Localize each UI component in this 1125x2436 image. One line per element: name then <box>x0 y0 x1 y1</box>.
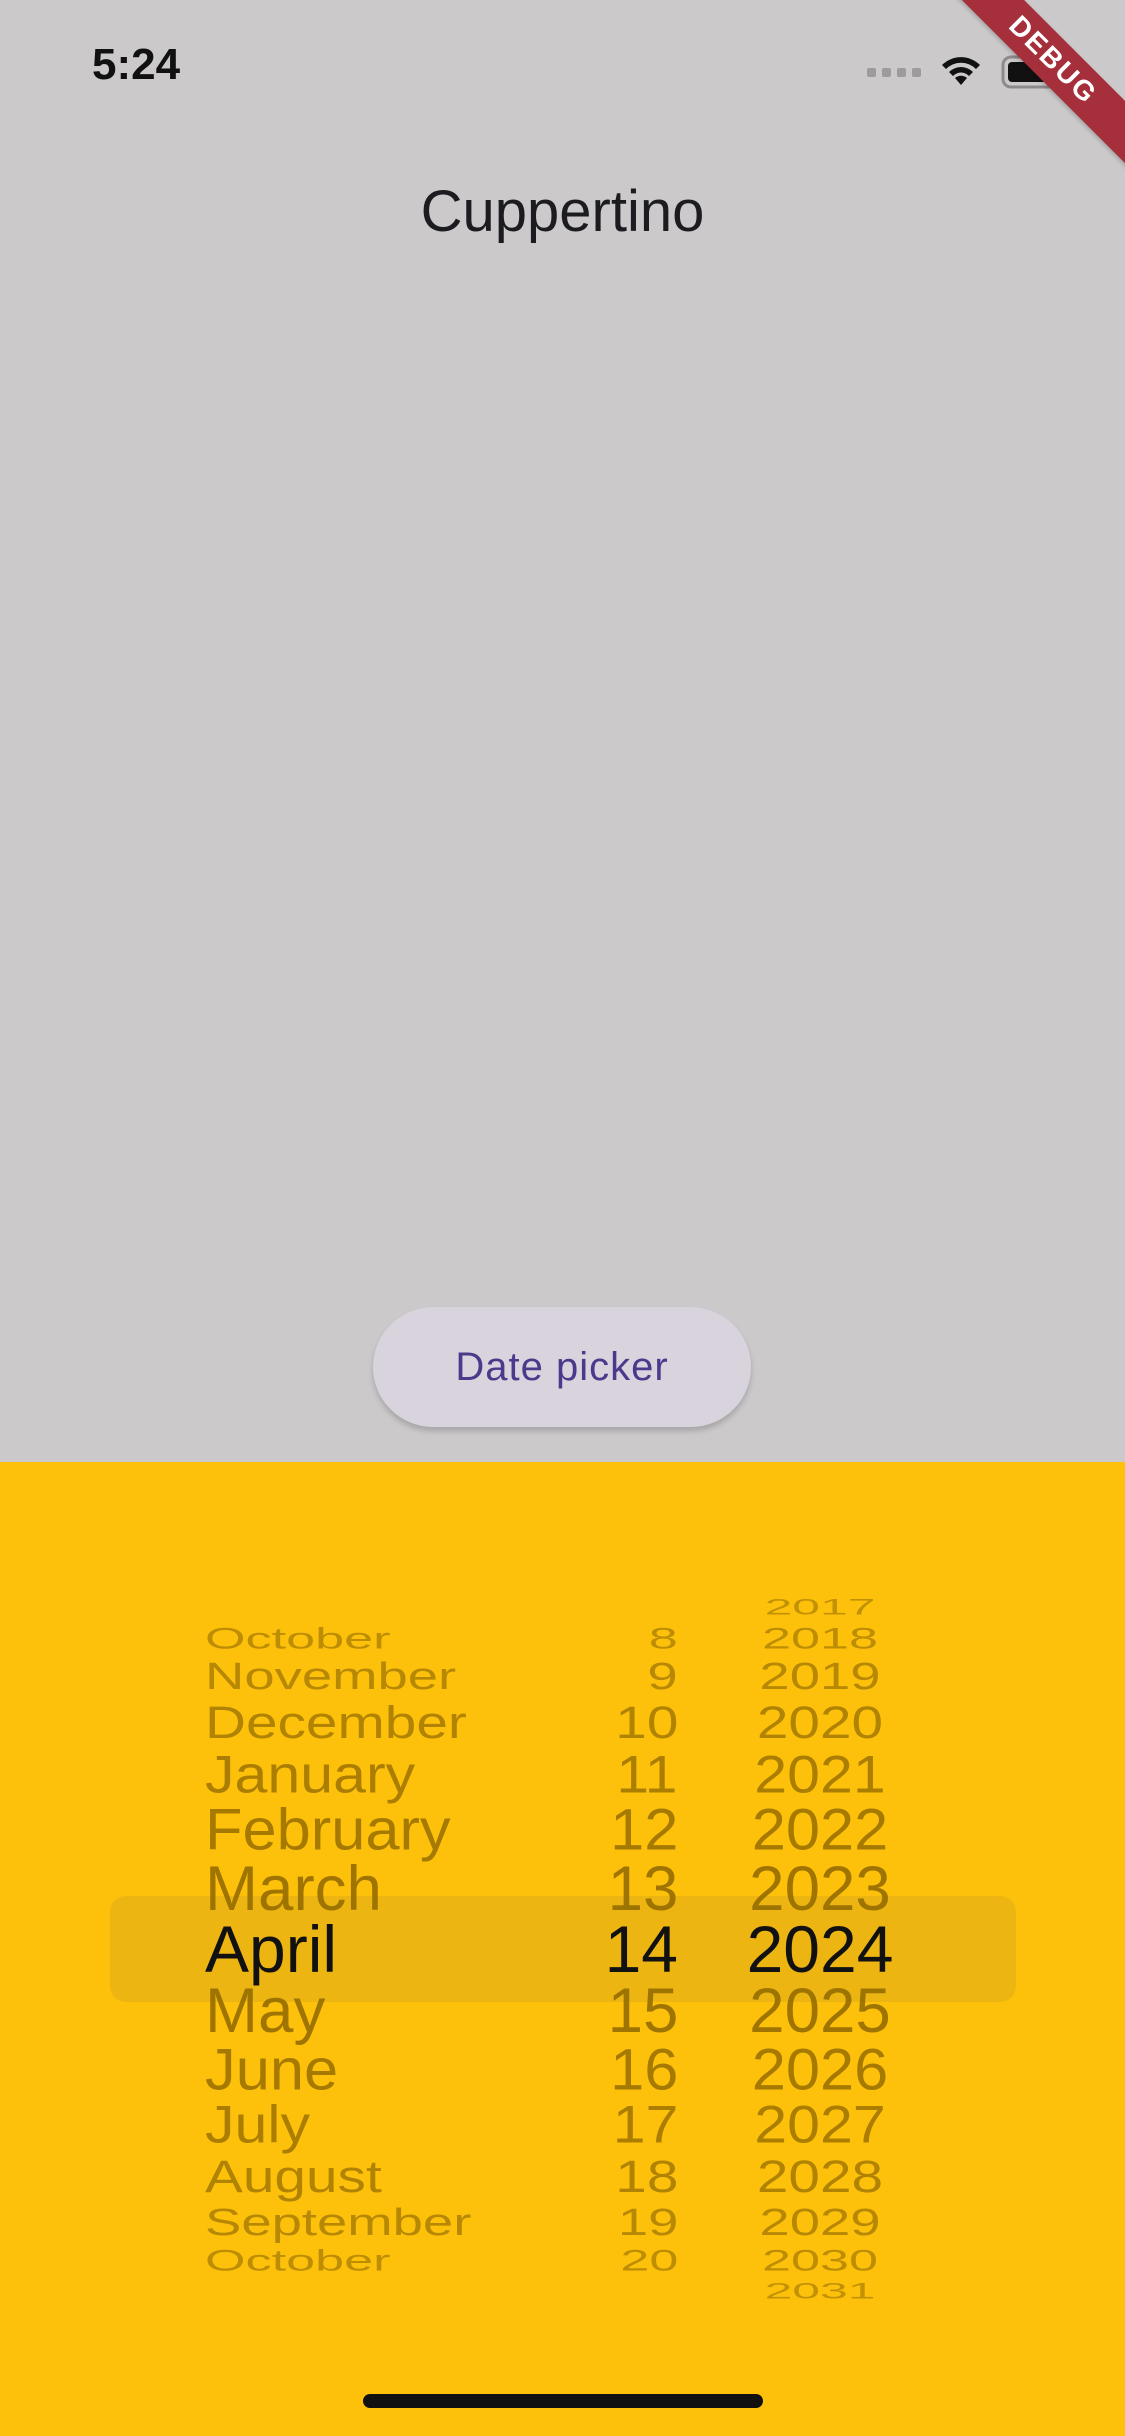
day-item[interactable]: 13 <box>607 1857 678 1920</box>
year-item[interactable]: 2023 <box>724 1857 917 1920</box>
status-bar: 5:24 DEBUG <box>0 0 1125 168</box>
day-item[interactable]: 11 <box>617 1747 678 1799</box>
month-wheel[interactable]: October November December January February Ma… <box>180 1462 580 2436</box>
day-item[interactable]: 20 <box>620 2245 678 2275</box>
year-item[interactable]: 2021 <box>731 1747 910 1799</box>
date-picker-button[interactable]: Date picker <box>373 1307 751 1427</box>
year-item[interactable]: 2030 <box>741 2245 899 2275</box>
wifi-icon <box>942 57 980 85</box>
home-indicator <box>363 2394 763 2408</box>
year-item[interactable]: 2020 <box>734 1699 906 1745</box>
day-item[interactable]: 12 <box>610 1800 678 1858</box>
day-item[interactable]: 14 <box>605 1916 678 1982</box>
day-item[interactable]: 16 <box>610 2039 678 2097</box>
cellular-signal-icon <box>867 67 921 77</box>
year-item[interactable]: 2026 <box>727 2039 913 2097</box>
status-time: 5:24 <box>92 40 181 89</box>
day-item[interactable]: 19 <box>617 2203 678 2241</box>
year-item[interactable]: 2022 <box>727 1800 913 1858</box>
year-item[interactable]: 2029 <box>738 2203 903 2241</box>
year-item[interactable]: 2027 <box>731 2098 910 2150</box>
month-item[interactable]: September <box>205 2203 471 2241</box>
day-wheel[interactable]: 8 9 10 11 12 13 14 15 16 17 18 19 20 <box>560 1462 680 2436</box>
month-item[interactable]: January <box>205 1747 415 1799</box>
day-item[interactable]: 15 <box>607 1978 678 2041</box>
day-item[interactable]: 10 <box>615 1699 678 1745</box>
year-item[interactable]: 2024 <box>720 1916 920 1982</box>
month-item[interactable]: August <box>205 2153 382 2199</box>
month-item[interactable]: May <box>205 1978 325 2041</box>
day-item[interactable]: 8 <box>649 1623 678 1653</box>
month-item[interactable]: February <box>205 1800 451 1858</box>
month-item[interactable]: July <box>205 2098 310 2150</box>
year-item[interactable]: 2018 <box>741 1623 899 1653</box>
day-item[interactable]: 17 <box>612 2098 678 2150</box>
month-item[interactable]: November <box>205 1657 456 1695</box>
year-item[interactable]: 2025 <box>724 1978 917 2041</box>
month-item[interactable]: October <box>205 1623 390 1653</box>
month-item[interactable]: December <box>205 1699 467 1745</box>
month-item[interactable]: June <box>205 2039 338 2097</box>
date-picker-sheet: October November December January February Ma… <box>0 1462 1125 2436</box>
page-title: Cuppertino <box>420 179 705 244</box>
year-item[interactable]: 2019 <box>738 1657 903 1695</box>
day-item[interactable]: 9 <box>648 1657 678 1695</box>
month-item[interactable]: October <box>205 2245 390 2275</box>
year-item[interactable]: 2028 <box>734 2153 906 2199</box>
month-item[interactable]: April <box>205 1916 337 1982</box>
year-item[interactable]: 2017 <box>745 1596 896 1618</box>
year-wheel[interactable]: 2017 2018 2019 2020 2021 2022 2023 2024 2025 2026… <box>720 1462 920 2436</box>
day-item[interactable]: 18 <box>615 2153 678 2199</box>
month-item[interactable]: March <box>205 1857 382 1920</box>
year-item[interactable]: 2031 <box>745 2280 896 2302</box>
